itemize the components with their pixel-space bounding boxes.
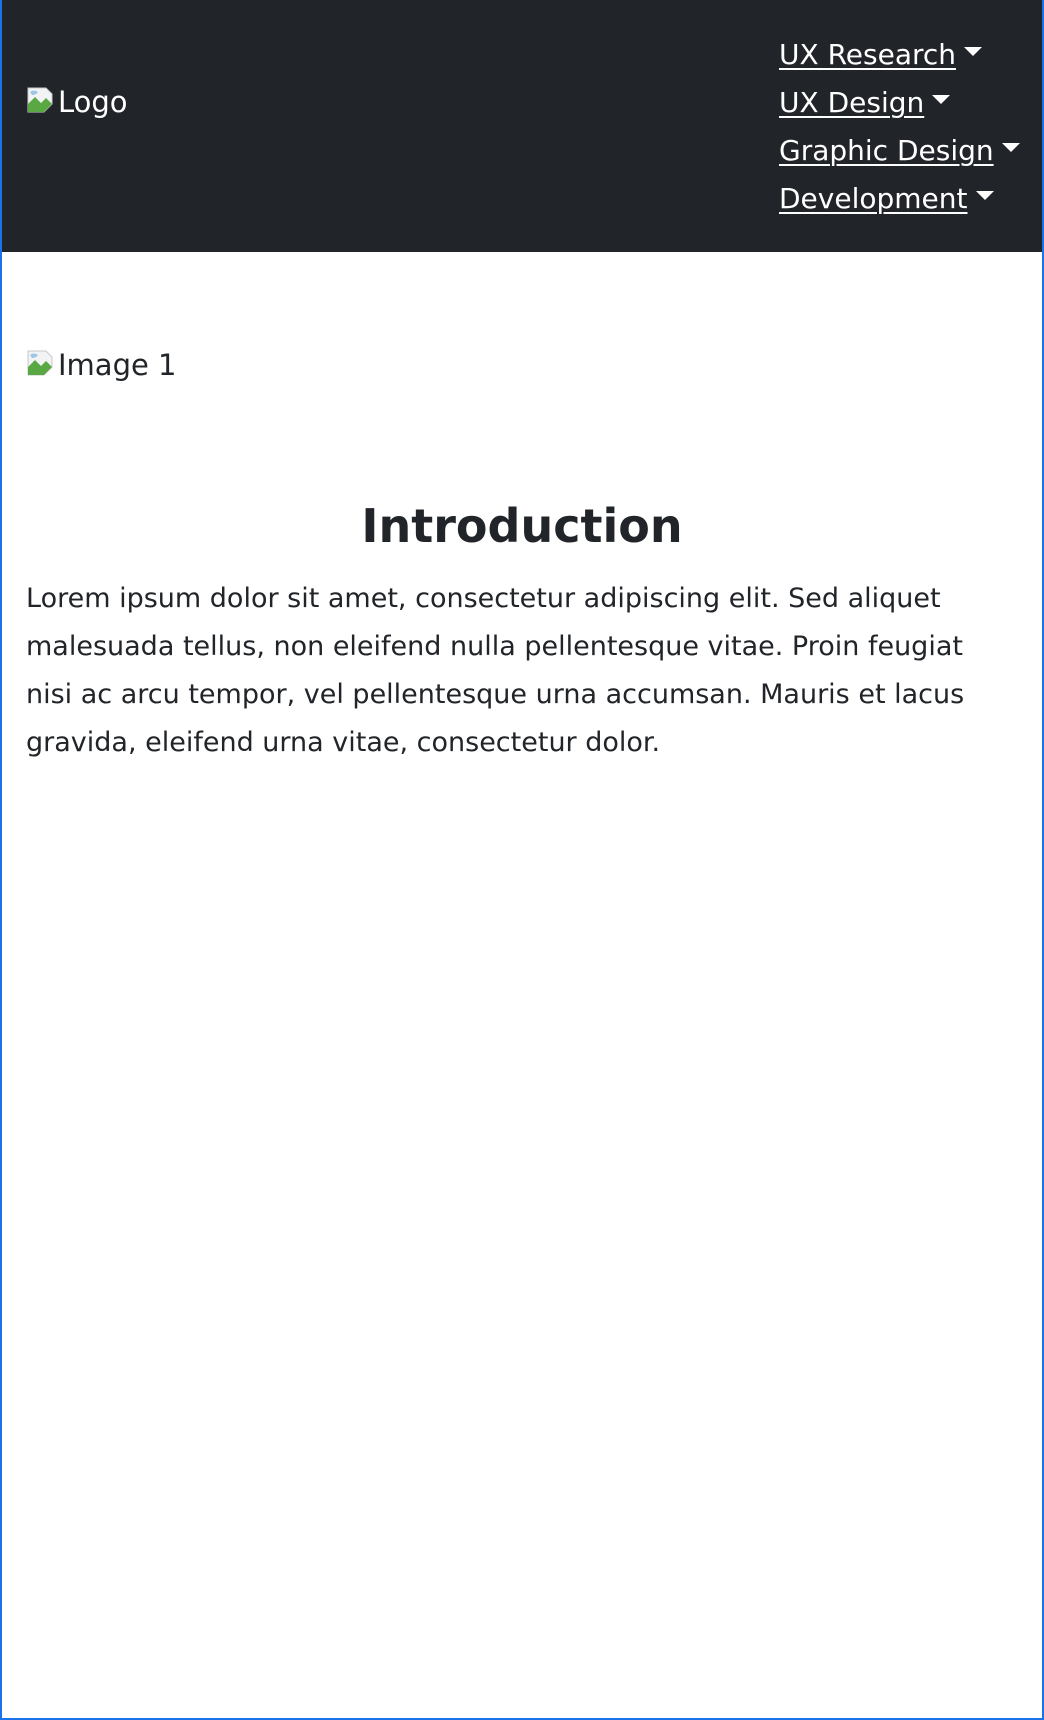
caret-down-icon (932, 94, 951, 104)
section-title: Introduction (361, 499, 683, 553)
nav-item-ux-design[interactable]: UX Design (779, 78, 1020, 126)
nav-item-label: Graphic Design (779, 133, 994, 167)
nav-menu: UX Research UX Design Graphic Design Dev… (779, 30, 1020, 222)
broken-image-icon (26, 349, 58, 381)
logo[interactable]: Logo (26, 86, 128, 118)
nav-item-label: UX Research (779, 37, 957, 71)
nav-item-label: Development (779, 181, 968, 215)
navbar: Logo UX Research UX Design Graphic Desig… (2, 0, 1042, 252)
hero-image: Image 1 (26, 349, 177, 381)
broken-image-icon (26, 86, 58, 118)
caret-down-icon (964, 46, 983, 56)
caret-down-icon (1001, 142, 1020, 152)
nav-item-development[interactable]: Development (779, 174, 1020, 222)
nav-item-ux-research[interactable]: UX Research (779, 30, 1020, 78)
logo-alt-text: Logo (58, 85, 128, 119)
page-frame: Logo UX Research UX Design Graphic Desig… (0, 0, 1044, 1720)
intro-paragraph: Lorem ipsum dolor sit amet, consectetur … (26, 583, 965, 758)
nav-item-label: UX Design (779, 85, 925, 119)
nav-item-graphic-design[interactable]: Graphic Design (779, 126, 1020, 174)
hero-image-alt-text: Image 1 (58, 348, 177, 382)
caret-down-icon (975, 190, 994, 200)
